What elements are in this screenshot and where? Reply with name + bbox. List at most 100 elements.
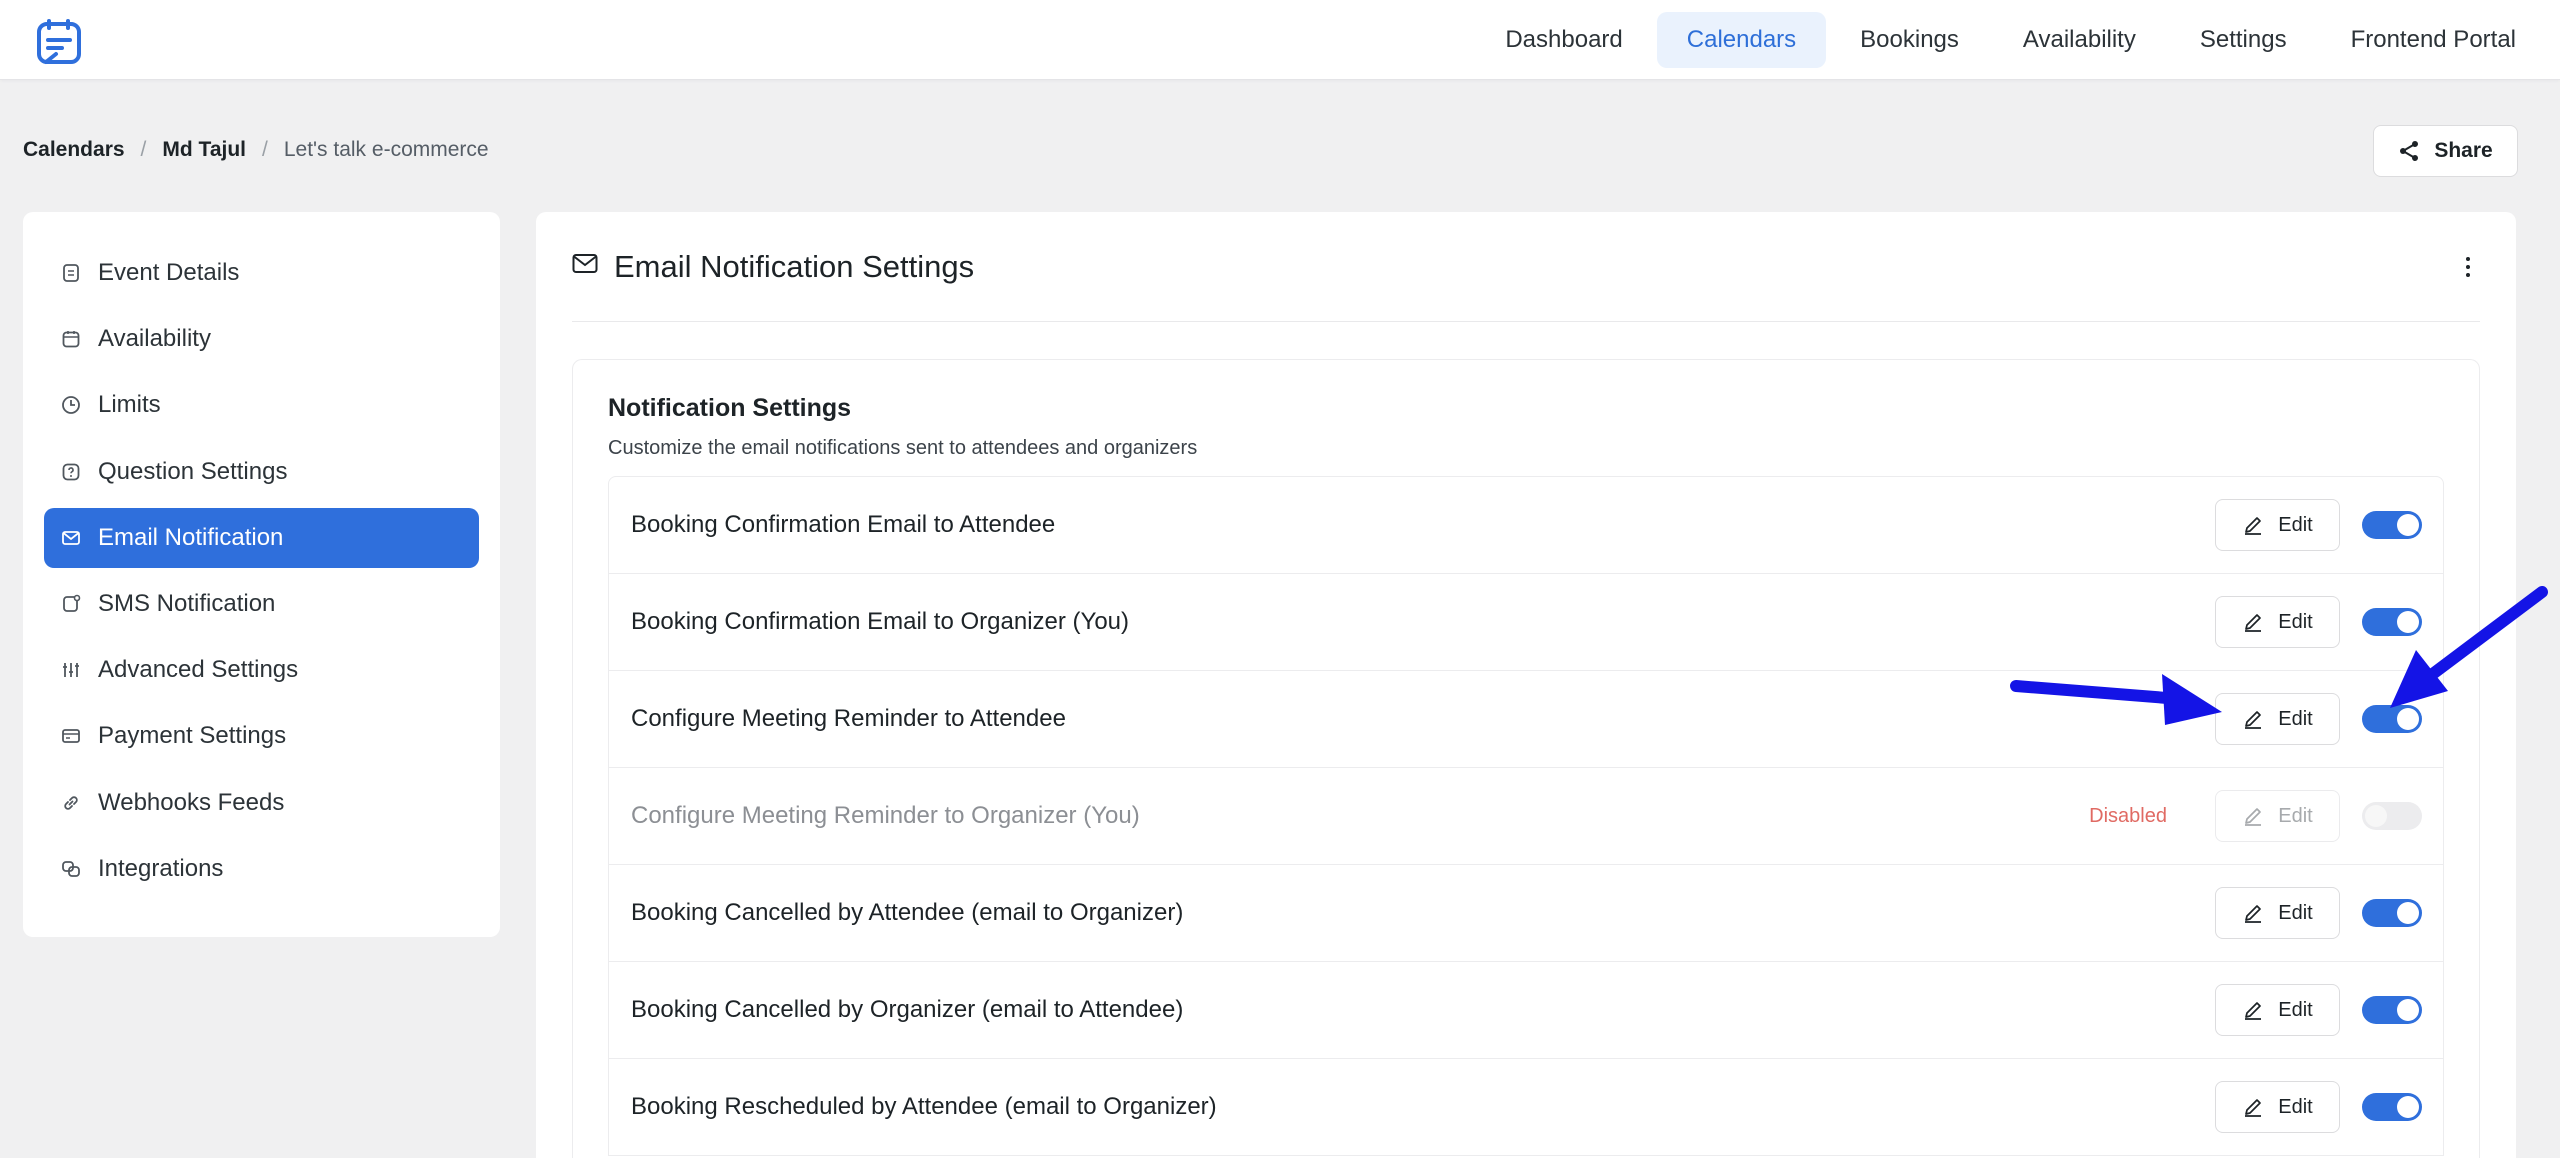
sidebar-item-event-details[interactable]: Event Details (44, 243, 479, 303)
more-options-icon[interactable] (2456, 255, 2480, 279)
notification-toggle[interactable] (2362, 899, 2422, 927)
notification-label: Booking Cancelled by Organizer (email to… (631, 996, 1184, 1023)
notification-row: Booking Confirmation Email to Organizer … (609, 574, 2443, 671)
edit-button[interactable]: Edit (2215, 984, 2340, 1036)
sidebar-item-label: Email Notification (98, 523, 284, 551)
notification-list: Booking Confirmation Email to Attendee E… (608, 476, 2444, 1156)
sidebar-item-integrations[interactable]: Integrations (44, 839, 479, 899)
sidebar-item-advanced-settings[interactable]: Advanced Settings (44, 640, 479, 700)
sidebar-item-label: Payment Settings (98, 722, 287, 750)
breadcrumb-separator: / (262, 138, 268, 161)
link-icon (60, 792, 82, 814)
sidebar-item-email-notification[interactable]: Email Notification (44, 507, 479, 568)
notification-toggle[interactable] (2362, 996, 2422, 1024)
nav-settings[interactable]: Settings (2170, 12, 2317, 68)
pencil-icon (2245, 517, 2262, 535)
nav-availability[interactable]: Availability (1993, 12, 2166, 68)
main-panel: Email Notification Settings Notification… (536, 212, 2516, 1158)
page-title: Email Notification Settings (614, 248, 975, 284)
notification-row: Booking Cancelled by Attendee (email to … (609, 865, 2443, 962)
share-icon (2400, 141, 2419, 161)
pencil-icon (2245, 1099, 2262, 1117)
notification-row: Booking Rescheduled by Attendee (email t… (609, 1059, 2443, 1156)
notification-label: Booking Cancelled by Attendee (email to … (631, 899, 1184, 926)
integrations-icon (60, 858, 82, 880)
pencil-icon (2245, 711, 2262, 729)
nav-frontend-portal[interactable]: Frontend Portal (2321, 12, 2546, 68)
edit-button[interactable]: Edit (2215, 499, 2340, 551)
mail-icon (572, 253, 598, 280)
sidebar-item-label: Webhooks Feeds (98, 788, 285, 816)
pencil-icon (2245, 1002, 2262, 1020)
notification-row-disabled: Configure Meeting Reminder to Organizer … (609, 768, 2443, 865)
edit-label: Edit (2278, 998, 2313, 1021)
nav-calendars[interactable]: Calendars (1656, 12, 1827, 68)
pencil-icon (2245, 905, 2262, 923)
notification-label: Configure Meeting Reminder to Attendee (631, 705, 1066, 732)
mail-icon (60, 527, 82, 549)
edit-button[interactable]: Edit (2215, 1081, 2340, 1133)
sidebar-item-label: Availability (98, 325, 211, 353)
sidebar-item-webhooks-feeds[interactable]: Webhooks Feeds (44, 773, 479, 833)
notification-label: Booking Confirmation Email to Attendee (631, 511, 1056, 538)
edit-button[interactable]: Edit (2215, 887, 2340, 939)
sidebar-item-availability[interactable]: Availability (44, 309, 479, 369)
edit-label: Edit (2278, 513, 2313, 536)
sidebar-item-question-settings[interactable]: Question Settings (44, 442, 479, 502)
edit-label: Edit (2278, 1095, 2313, 1118)
edit-button[interactable]: Edit (2215, 596, 2340, 648)
sms-icon (60, 593, 82, 615)
disabled-status: Disabled (2089, 804, 2167, 827)
notification-label: Booking Rescheduled by Attendee (email t… (631, 1093, 1217, 1120)
sidebar-item-label: Limits (98, 391, 161, 419)
edit-label: Edit (2278, 707, 2313, 730)
question-icon (60, 461, 82, 483)
notification-label: Booking Confirmation Email to Organizer … (631, 608, 1130, 635)
notification-label: Configure Meeting Reminder to Organizer … (631, 802, 1140, 829)
document-icon (60, 262, 82, 284)
edit-label: Edit (2278, 610, 2313, 633)
notification-row: Booking Cancelled by Organizer (email to… (609, 962, 2443, 1059)
nav-bookings[interactable]: Bookings (1830, 12, 1989, 68)
breadcrumb-current: Let's talk e-commerce (283, 138, 489, 161)
notification-toggle[interactable] (2362, 511, 2422, 539)
sidebar-item-label: Advanced Settings (98, 656, 299, 684)
edit-label: Edit (2278, 804, 2313, 827)
clock-icon (60, 394, 82, 416)
edit-button[interactable]: Edit (2215, 693, 2340, 745)
breadcrumb-host[interactable]: Md Tajul (162, 138, 246, 162)
notification-row: Booking Confirmation Email to Attendee E… (609, 477, 2443, 574)
share-button[interactable]: Share (2373, 125, 2518, 177)
pencil-icon (2245, 808, 2262, 826)
notification-toggle[interactable] (2362, 608, 2422, 636)
card-title: Notification Settings (608, 394, 852, 422)
card-subtitle: Customize the email notifications sent t… (608, 437, 1198, 459)
main-nav: Dashboard Calendars Bookings Availabilit… (1471, 0, 2560, 80)
nav-dashboard[interactable]: Dashboard (1475, 12, 1652, 68)
notification-row: Configure Meeting Reminder to Attendee E… (609, 671, 2443, 768)
pencil-icon (2245, 614, 2262, 632)
notification-settings-card: Notification Settings Customize the emai… (572, 359, 2480, 1158)
top-bar: Dashboard Calendars Bookings Availabilit… (0, 0, 2560, 80)
breadcrumb-calendars[interactable]: Calendars (23, 138, 125, 162)
sidebar-item-sms-notification[interactable]: SMS Notification (44, 574, 479, 634)
breadcrumb: Calendars / Md Tajul / Let's talk e-comm… (23, 138, 489, 162)
settings-sidebar: Event Details Availability Limits Questi… (23, 212, 500, 937)
edit-label: Edit (2278, 901, 2313, 924)
sidebar-item-label: SMS Notification (98, 589, 276, 617)
sidebar-item-limits[interactable]: Limits (44, 375, 479, 435)
notification-toggle[interactable] (2362, 705, 2422, 733)
sidebar-item-label: Question Settings (98, 457, 288, 485)
edit-button[interactable]: Edit (2215, 790, 2340, 842)
sliders-icon (60, 659, 82, 681)
sidebar-item-label: Integrations (98, 854, 224, 882)
sidebar-item-payment-settings[interactable]: Payment Settings (44, 706, 479, 766)
calendar-icon (60, 328, 82, 350)
share-label: Share (2434, 139, 2493, 162)
notification-toggle[interactable] (2362, 1093, 2422, 1121)
notification-toggle[interactable] (2362, 802, 2422, 830)
panel-header: Email Notification Settings (572, 212, 2480, 322)
app-logo-icon[interactable] (36, 18, 84, 66)
breadcrumb-separator: / (140, 138, 147, 161)
payment-icon (60, 725, 82, 747)
